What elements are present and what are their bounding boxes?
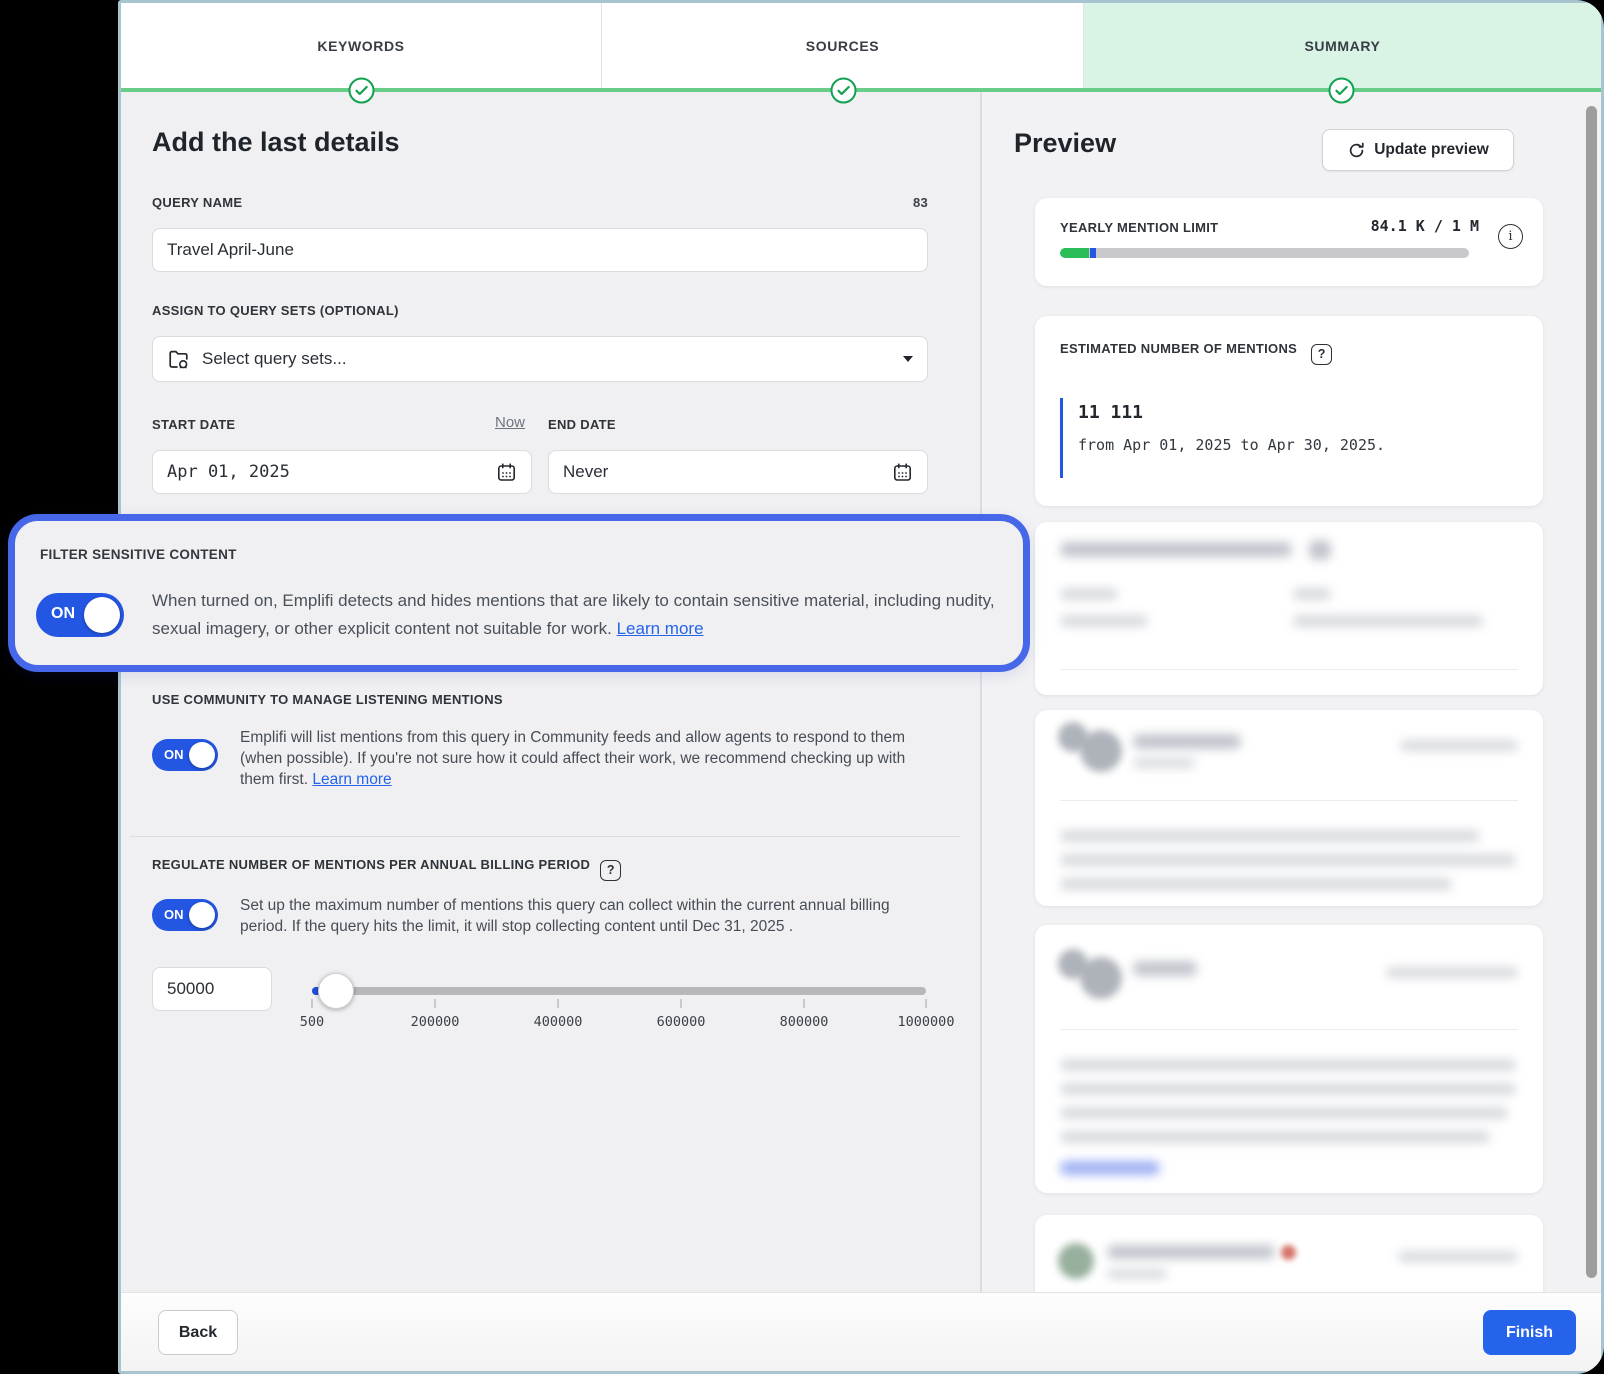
slider-track[interactable] [312,987,926,995]
estimated-label: ESTIMATED NUMBER OF MENTIONS [1060,341,1297,356]
section-divider [130,836,960,837]
blurred-link [1060,1161,1160,1175]
tab-sources-label: SOURCES [806,38,879,54]
now-link[interactable]: Now [495,414,525,431]
estimated-mentions-card: ESTIMATED NUMBER OF MENTIONS? 11 111 fro… [1035,316,1543,506]
community-label: USE COMMUNITY TO MANAGE LISTENING MENTIO… [152,692,503,707]
info-icon[interactable]: i [1498,224,1523,249]
app-window: KEYWORDS SOURCES SUMMARY Add the last de… [118,0,1604,1374]
toggle-knob [189,902,215,928]
estimated-range: from Apr 01, 2025 to Apr 30, 2025. [1078,436,1385,454]
regulate-label: REGULATE NUMBER OF MENTIONS PER ANNUAL B… [152,857,590,872]
tab-summary[interactable]: SUMMARY [1084,3,1601,88]
toggle-on-label: ON [164,907,184,922]
update-preview-button[interactable]: Update preview [1322,129,1514,171]
slider-tick-label: 800000 [780,1014,829,1030]
query-name-input[interactable] [167,229,913,271]
mention-limit-slider: 500 200000 400000 600000 800000 1000000 [306,960,936,1035]
slider-tick-label: 1000000 [898,1014,955,1030]
yearly-mention-limit-card: YEARLY MENTION LIMIT 84.1 K / 1 M i [1035,198,1543,286]
back-button[interactable]: Back [158,1310,238,1355]
avatar [1080,730,1122,772]
end-date-value: Never [563,462,608,482]
blurred-mention-card [1035,1215,1543,1292]
slider-tick-label: 600000 [657,1014,706,1030]
toggle-on-label: ON [164,747,184,762]
mention-limit-field[interactable] [152,967,272,1011]
chevron-down-icon [903,356,913,362]
avatar [1080,957,1122,999]
community-toggle[interactable]: ON [152,739,218,771]
toggle-knob [189,742,215,768]
footer-bar: Back Finish [121,1292,1601,1371]
blurred-mention-card [1035,710,1543,906]
query-name-field[interactable] [152,228,928,272]
filter-sensitive-learn-more-link[interactable]: Learn more [617,619,704,638]
start-date-value: Apr 01, 2025 [167,462,290,482]
toggle-on-label: ON [51,605,75,623]
tab-keywords-label: KEYWORDS [317,38,404,54]
mention-date [1398,1251,1518,1262]
scrollbar[interactable] [1586,106,1597,1278]
regulate-help-icon[interactable]: ? [600,860,621,881]
keywords-check-icon [348,77,375,104]
avatar [1058,1243,1094,1279]
filter-sensitive-highlight: FILTER SENSITIVE CONTENT ON When turned … [8,514,1030,672]
start-date-field[interactable]: Apr 01, 2025 [152,450,532,494]
query-sets-folder-icon [167,347,191,371]
slider-tick-label: 400000 [534,1014,583,1030]
wizard-step-bar: KEYWORDS SOURCES SUMMARY [121,3,1601,88]
community-learn-more-link[interactable]: Learn more [312,771,391,788]
summary-check-icon [1328,77,1355,104]
tab-summary-label: SUMMARY [1304,38,1380,54]
preview-panel: Preview Update preview YEARLY MENTION LI… [981,92,1601,1292]
mention-limit-input[interactable] [167,968,257,1010]
progress-used [1060,248,1089,258]
filter-sensitive-label: FILTER SENSITIVE CONTENT [40,547,237,562]
tab-sources[interactable]: SOURCES [602,3,1084,88]
filter-sensitive-toggle[interactable]: ON [36,593,124,637]
filter-sensitive-description: When turned on, Emplifi detects and hide… [152,587,1024,642]
regulate-description-text: Set up the maximum number of mentions th… [240,897,890,935]
mention-date [1400,740,1518,751]
progress-marker [1090,248,1096,258]
query-name-counter: 83 [152,195,928,210]
page-title: Add the last details [152,127,400,158]
slider-handle[interactable] [318,973,354,1009]
community-description: Emplifi will list mentions from this que… [240,727,918,790]
blurred-mention-card [1035,925,1543,1193]
emoji-dot [1281,1245,1296,1260]
step-progress-line [121,88,1601,92]
calendar-icon [496,462,517,483]
slider-tick-label: 500 [300,1014,324,1030]
query-sets-label: ASSIGN TO QUERY SETS (OPTIONAL) [152,303,399,318]
slider-tick-label: 200000 [411,1014,460,1030]
calendar-icon [892,462,913,483]
estimated-value: 11 111 [1078,402,1143,423]
regulate-toggle[interactable]: ON [152,899,218,931]
sources-check-icon [830,77,857,104]
end-date-field[interactable]: Never [548,450,928,494]
update-preview-label: Update preview [1374,141,1489,159]
end-date-label: END DATE [548,417,616,432]
query-sets-select[interactable]: Select query sets... [152,336,928,382]
yearly-limit-progress-bar [1060,248,1469,258]
toggle-knob [84,597,120,633]
refresh-icon [1347,141,1366,160]
blurred-summary-card [1035,522,1543,695]
regulate-description: Set up the maximum number of mentions th… [240,895,902,937]
finish-button[interactable]: Finish [1483,1310,1576,1355]
start-date-label: START DATE [152,417,235,432]
filter-sensitive-description-text: When turned on, Emplifi detects and hide… [152,591,995,638]
estimated-help-icon[interactable]: ? [1311,344,1332,365]
yearly-limit-label: YEARLY MENTION LIMIT [1060,220,1218,235]
estimate-accent-bar [1060,398,1063,478]
tab-keywords[interactable]: KEYWORDS [121,3,602,88]
mention-date [1386,967,1518,978]
screenshot-page: KEYWORDS SOURCES SUMMARY Add the last de… [0,0,1604,1374]
preview-title: Preview [1014,128,1116,159]
yearly-limit-value: 84.1 K / 1 M [1371,217,1479,235]
query-sets-placeholder: Select query sets... [202,349,347,369]
